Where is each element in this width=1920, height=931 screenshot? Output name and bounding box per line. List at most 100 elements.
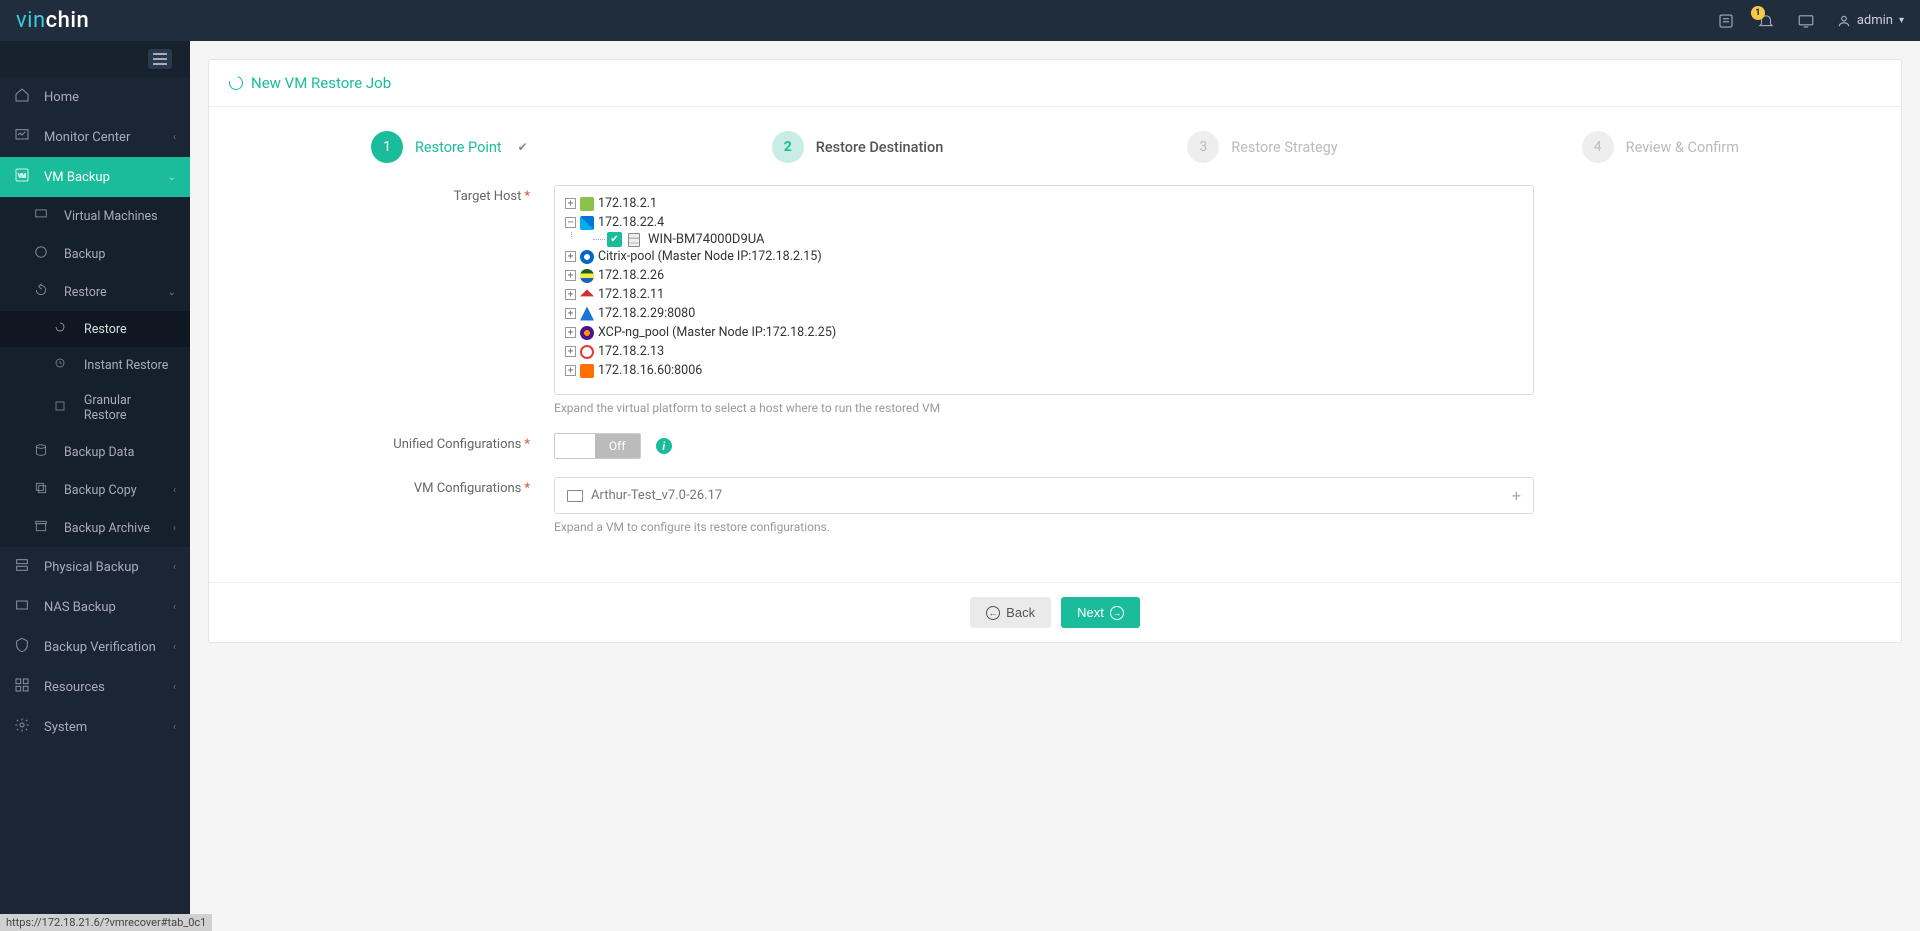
platform-icon: [580, 269, 594, 283]
nav-backup-archive[interactable]: Backup Archive ‹: [0, 509, 190, 547]
tree-node[interactable]: +172.18.2.26: [565, 266, 1523, 285]
sidebar-toggle-row: [0, 41, 190, 77]
tree-leaf[interactable]: ✔ WIN-BM74000D9UA: [585, 232, 1523, 247]
display-icon[interactable]: [1797, 12, 1815, 30]
nav-granular-restore[interactable]: Granular Restore: [0, 383, 190, 433]
tree-node[interactable]: + XCP-ng_pool (Master Node IP:172.18.2.25…: [565, 323, 1523, 342]
nav-label: Restore: [64, 285, 107, 300]
nav-label: Backup Archive: [64, 521, 150, 536]
label-text: Target Host: [454, 189, 522, 204]
tree-node[interactable]: +Citrix-pool (Master Node IP:172.18.2.15…: [565, 247, 1523, 266]
tree-node[interactable]: +172.18.2.1: [565, 194, 1523, 213]
logo-part2: chin: [46, 8, 90, 33]
home-icon: [14, 87, 34, 107]
unified-config-control: Off i: [554, 433, 1534, 459]
chevron-down-icon: ⌄: [168, 287, 176, 298]
target-host-hint: Expand the virtual platform to select a …: [554, 401, 1534, 415]
user-menu[interactable]: admin ▾: [1837, 13, 1904, 28]
nav-label: Virtual Machines: [64, 209, 158, 224]
nav-physical-backup[interactable]: Physical Backup ‹: [0, 547, 190, 587]
panel-header: New VM Restore Job: [209, 60, 1901, 107]
tree-node[interactable]: +172.18.2.13: [565, 342, 1523, 361]
node-label: XCP-ng_pool (Master Node IP:172.18.2.25): [598, 325, 836, 340]
vm-config-control: Arthur-Test_v7.0-26.17 + Expand a VM to …: [554, 477, 1534, 534]
expand-icon[interactable]: +: [565, 251, 576, 262]
nav-label: Backup Verification: [44, 640, 156, 655]
page-title: New VM Restore Job: [251, 74, 391, 92]
step-3: 3 Restore Strategy: [1187, 131, 1337, 163]
panel-footer: ← Back Next →: [209, 582, 1901, 642]
required-mark: *: [524, 481, 530, 496]
notifications-icon[interactable]: 1: [1757, 12, 1775, 30]
vmware-icon: [580, 197, 594, 211]
step-1[interactable]: 1 Restore Point ✔: [371, 131, 528, 163]
expand-icon[interactable]: +: [565, 289, 576, 300]
label-text: Unified Configurations: [393, 437, 521, 452]
collapse-icon[interactable]: −: [565, 217, 576, 228]
vm-config-item[interactable]: Arthur-Test_v7.0-26.17 +: [554, 477, 1534, 514]
nav-label: Physical Backup: [44, 560, 139, 575]
user-name: admin: [1857, 13, 1893, 28]
nav-instant-restore[interactable]: Instant Restore: [0, 347, 190, 383]
row-unified-config: Unified Configurations* Off i: [249, 433, 1861, 459]
gear-icon: [14, 717, 34, 737]
expand-icon[interactable]: +: [565, 308, 576, 319]
nav-label: VM Backup: [44, 170, 110, 185]
expand-icon[interactable]: +: [565, 270, 576, 281]
expand-icon[interactable]: +: [565, 365, 576, 376]
node-label: 172.18.2.13: [598, 344, 664, 359]
nav-nas-backup[interactable]: NAS Backup ‹: [0, 587, 190, 627]
unified-config-label: Unified Configurations*: [249, 433, 554, 459]
tasks-icon[interactable]: [1717, 12, 1735, 30]
nav-backup-copy[interactable]: Backup Copy ‹: [0, 471, 190, 509]
step-num: 3: [1187, 131, 1219, 163]
logo-part1: vin: [16, 8, 46, 33]
nav-restore-sub-item[interactable]: Restore: [0, 311, 190, 347]
sidebar-toggle[interactable]: [148, 49, 172, 69]
vm-config-hint: Expand a VM to configure its restore con…: [554, 520, 1534, 534]
nav-label: Monitor Center: [44, 130, 130, 145]
info-icon[interactable]: i: [656, 438, 672, 454]
tree-node[interactable]: −172.18.22.4: [565, 213, 1523, 232]
expand-icon[interactable]: +: [565, 327, 576, 338]
nav-restore-sub: Restore Instant Restore Granular Restore: [0, 311, 190, 433]
redhat-icon: [580, 288, 594, 302]
nav-system[interactable]: System ‹: [0, 707, 190, 747]
tree-node[interactable]: +172.18.2.29:8080: [565, 304, 1523, 323]
nav-vm-backup[interactable]: VM VM Backup ⌄: [0, 157, 190, 197]
checkbox-checked[interactable]: ✔: [607, 232, 622, 247]
refresh-icon: [226, 73, 245, 92]
form-area: Target Host * +172.18.2.1 −172.18.22.4 ✔ …: [209, 175, 1901, 582]
unified-toggle[interactable]: Off: [554, 433, 641, 459]
nav-resources[interactable]: Resources ‹: [0, 667, 190, 707]
expand-icon[interactable]: +: [1512, 486, 1521, 505]
nav-monitor[interactable]: Monitor Center ‹: [0, 117, 190, 157]
nav-backup[interactable]: Backup: [0, 235, 190, 273]
vm-name: Arthur-Test_v7.0-26.17: [591, 488, 722, 503]
nav-home[interactable]: Home: [0, 77, 190, 117]
nav-virtual-machines[interactable]: Virtual Machines: [0, 197, 190, 235]
chevron-icon: ‹: [173, 485, 176, 496]
xcp-icon: [580, 326, 594, 340]
expand-icon[interactable]: +: [565, 346, 576, 357]
data-icon: [34, 443, 54, 461]
step-num: 4: [1582, 131, 1614, 163]
chevron-icon: ‹: [173, 682, 176, 693]
vms-icon: [34, 207, 54, 225]
nav-label: NAS Backup: [44, 600, 116, 615]
expand-icon[interactable]: +: [565, 198, 576, 209]
tree-node[interactable]: +172.18.2.11: [565, 285, 1523, 304]
status-bar: https://172.18.21.6/?vmrecover#tab_0c1: [0, 914, 212, 931]
step-2[interactable]: 2 Restore Destination: [772, 131, 944, 163]
oracle-icon: [580, 345, 594, 359]
next-button[interactable]: Next →: [1061, 597, 1140, 628]
nav-label: Backup: [64, 247, 105, 262]
nav-backup-verification[interactable]: Backup Verification ‹: [0, 627, 190, 667]
tree-node[interactable]: +172.18.16.60:8006: [565, 361, 1523, 380]
nav-restore[interactable]: Restore ⌄: [0, 273, 190, 311]
row-target-host: Target Host* +172.18.2.1 −172.18.22.4 ✔ …: [249, 185, 1861, 415]
nav-backup-data[interactable]: Backup Data: [0, 433, 190, 471]
chevron-down-icon: ⌄: [168, 172, 176, 183]
back-button[interactable]: ← Back: [970, 597, 1051, 628]
step-label: Review & Confirm: [1626, 139, 1739, 156]
